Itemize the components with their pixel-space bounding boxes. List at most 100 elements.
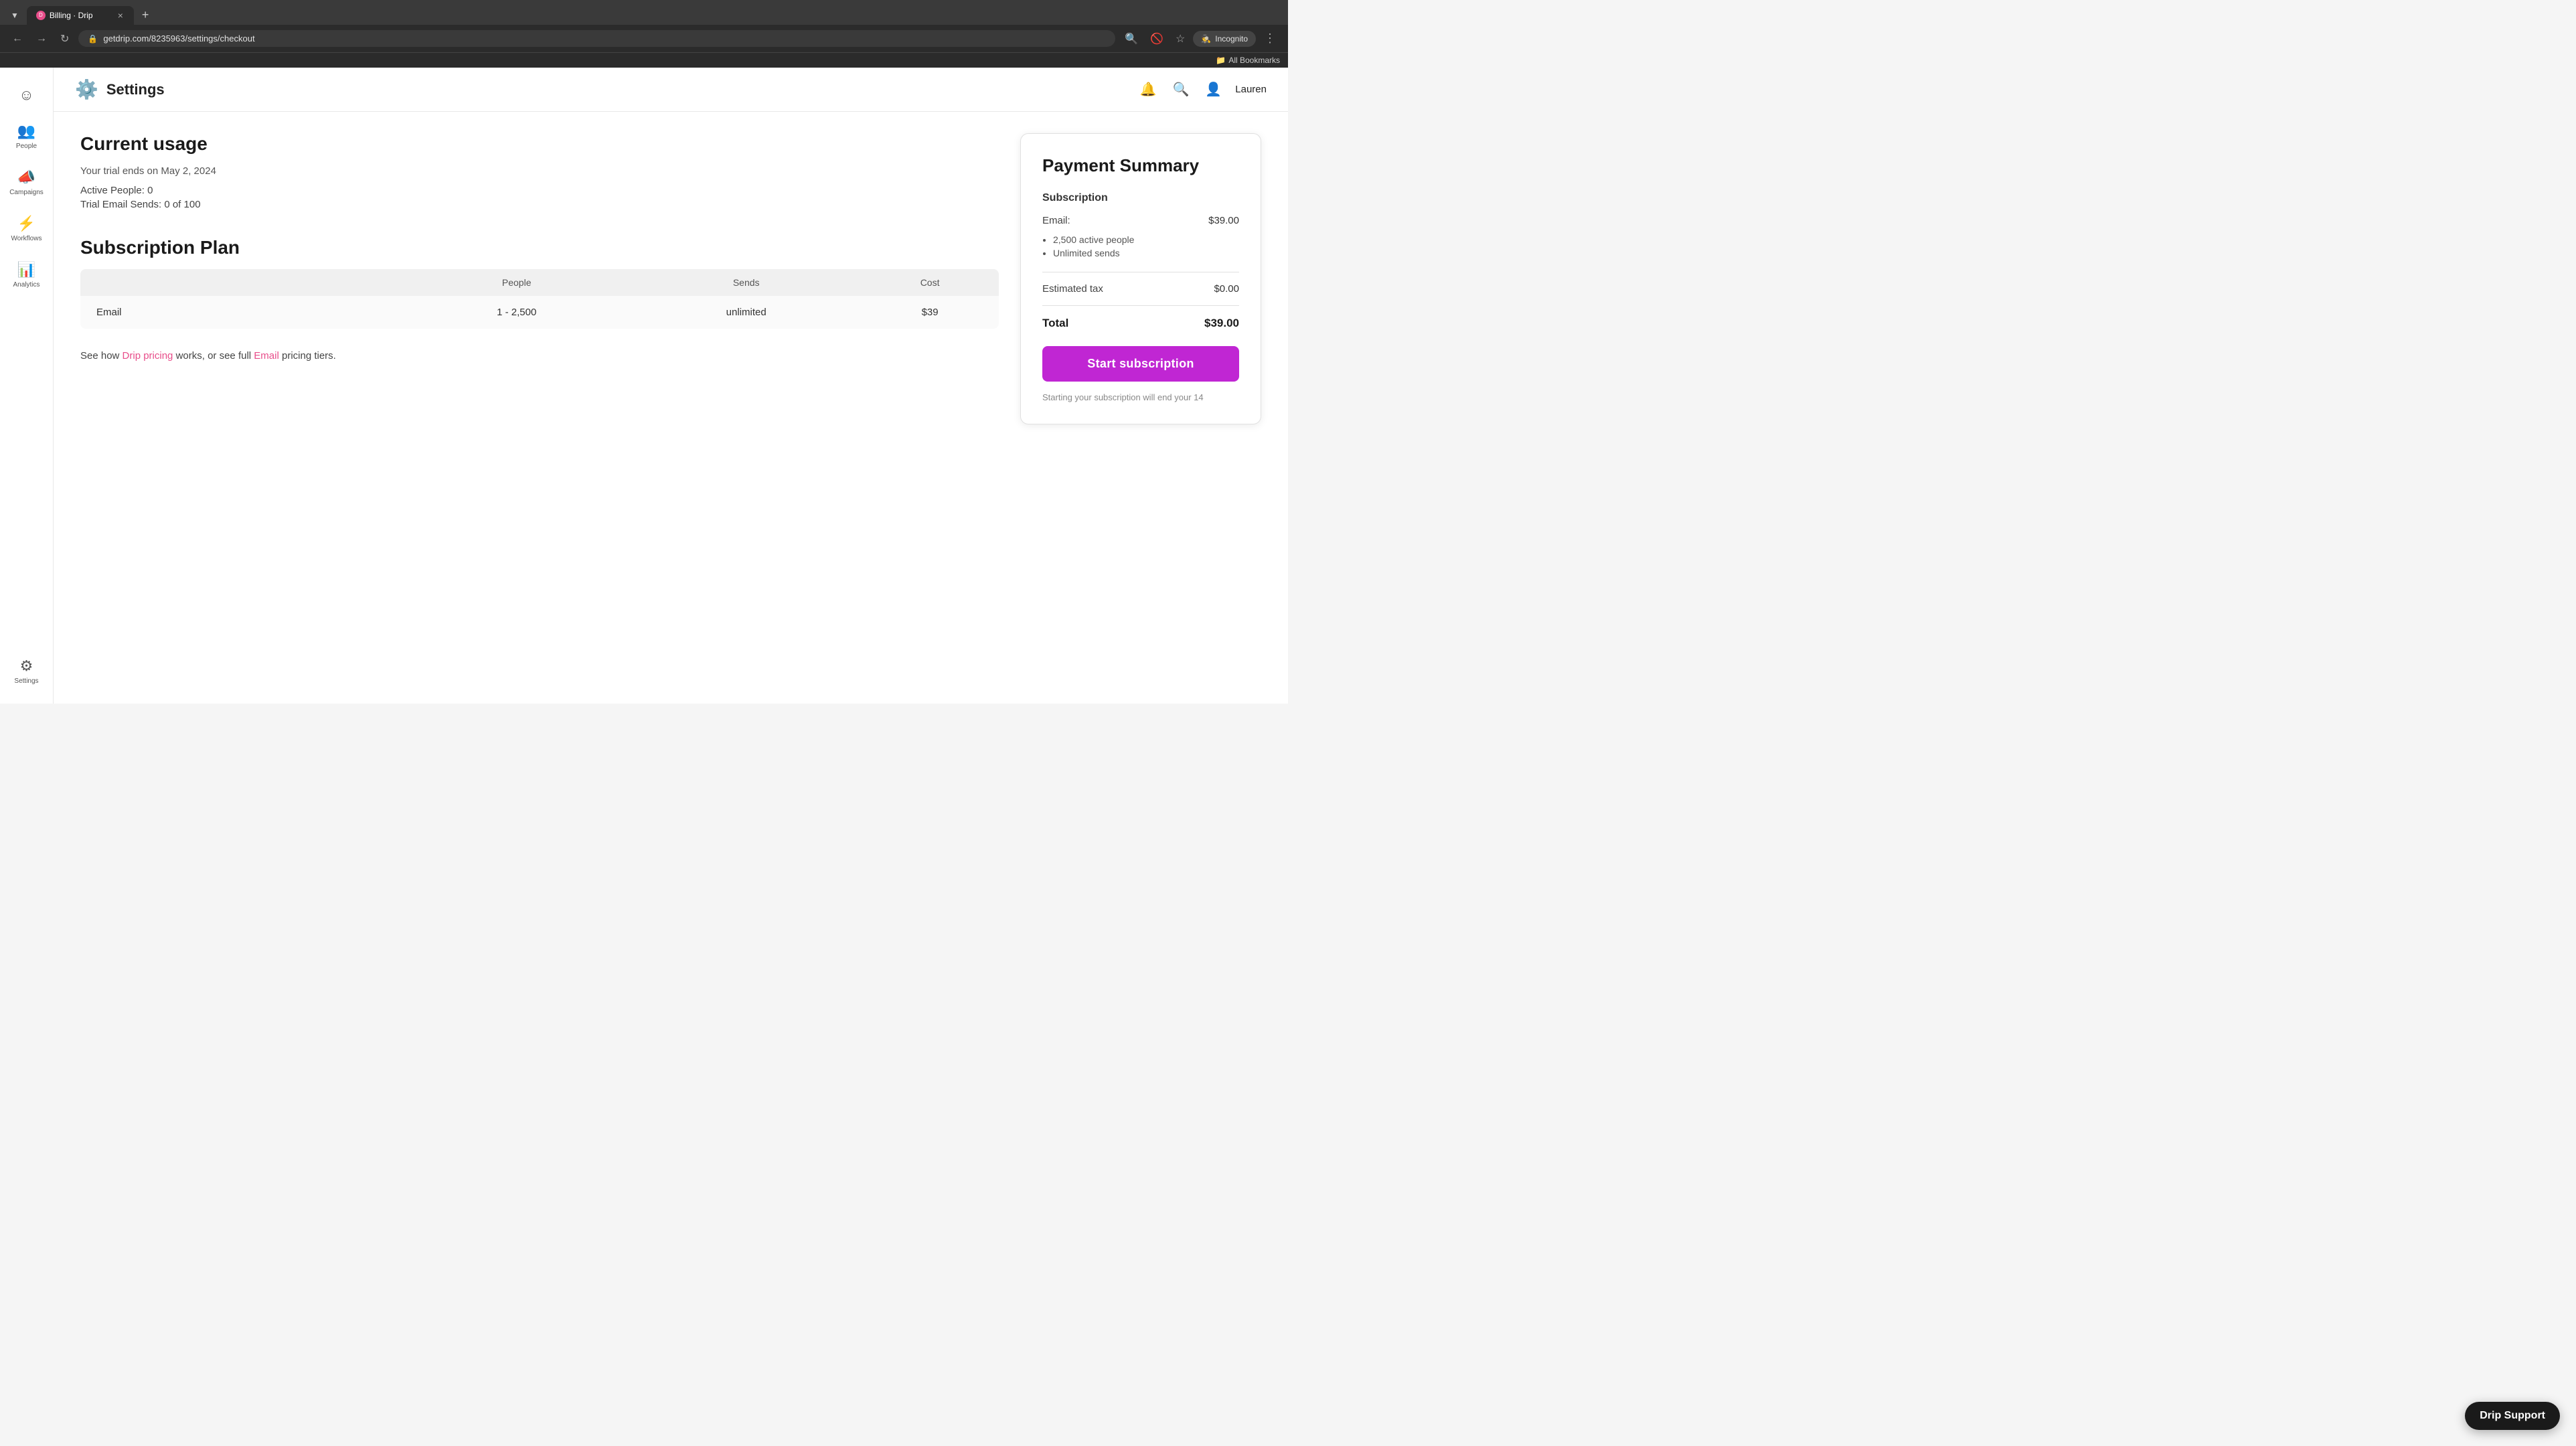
current-usage-section: Current usage Your trial ends on May 2, …: [80, 133, 999, 210]
total-label: Total: [1042, 317, 1068, 330]
settings-icon: ⚙: [20, 657, 33, 675]
eyeoff-icon-button[interactable]: 🚫: [1146, 29, 1168, 48]
pricing-note-prefix: See how: [80, 350, 123, 362]
total-row: Total $39.00: [1042, 317, 1239, 330]
main-content: ⚙️ Settings 🔔 🔍 👤 Lauren Current usage Y…: [54, 68, 1288, 704]
sidebar-item-analytics[interactable]: 📊 Analytics: [3, 253, 50, 297]
email-pricing-link[interactable]: Email: [254, 350, 279, 362]
tab-favicon: D: [36, 11, 46, 20]
bookmarks-bar: 📁 All Bookmarks: [0, 52, 1288, 68]
toolbar-icons: 🔍 🚫 ☆ 🕵 Incognito ⋮: [1121, 29, 1280, 48]
subscription-note: Starting your subscription will end your…: [1042, 392, 1239, 402]
drip-support-label: Drip Support: [2480, 1410, 2545, 1422]
sidebar-analytics-label: Analytics: [13, 281, 39, 289]
browser-tab-active[interactable]: D Billing · Drip ×: [27, 6, 134, 25]
tab-title: Billing · Drip: [50, 11, 112, 20]
email-price-value: $39.00: [1208, 215, 1239, 226]
pricing-note: See how Drip pricing works, or see full …: [80, 350, 999, 362]
notification-bell-button[interactable]: 🔔: [1137, 78, 1159, 100]
browser-toolbar: ← → ↻ 🔒 getdrip.com/8235963/settings/che…: [0, 25, 1288, 52]
people-icon: 👥: [17, 123, 35, 140]
analytics-icon: 📊: [17, 261, 35, 278]
header-settings-icon: ⚙️: [75, 78, 98, 100]
browser-menu-button[interactable]: ⋮: [1260, 29, 1280, 48]
sidebar: ☺ 👥 People 📣 Campaigns ⚡ Workflows 📊 Ana…: [0, 68, 54, 704]
payment-summary-card: Payment Summary Subscription Email: $39.…: [1020, 133, 1261, 424]
header-left: ⚙️ Settings: [75, 78, 165, 100]
content-area: Current usage Your trial ends on May 2, …: [54, 112, 1288, 446]
logo-icon: ☺: [19, 86, 33, 104]
user-name[interactable]: Lauren: [1235, 84, 1267, 95]
total-value: $39.00: [1204, 317, 1239, 330]
bookmarks-label: All Bookmarks: [1228, 56, 1280, 65]
page-title: Settings: [106, 81, 165, 98]
refresh-button[interactable]: ↻: [56, 29, 73, 48]
drip-support-button[interactable]: Drip Support: [2465, 1402, 2560, 1430]
email-price-label: Email:: [1042, 215, 1070, 226]
tab-bar: ▼ D Billing · Drip × +: [0, 0, 1288, 25]
estimated-tax-row: Estimated tax $0.00: [1042, 283, 1239, 295]
all-bookmarks-button[interactable]: 📁 All Bookmarks: [1216, 56, 1280, 65]
table-header-sends: Sends: [631, 269, 861, 296]
sidebar-workflows-label: Workflows: [11, 235, 42, 242]
sidebar-item-campaigns[interactable]: 📣 Campaigns: [3, 161, 50, 204]
content-main: Current usage Your trial ends on May 2, …: [80, 133, 999, 424]
search-icon-button[interactable]: 🔍: [1121, 29, 1142, 48]
new-tab-button[interactable]: +: [137, 5, 155, 25]
trial-sends-info: Trial Email Sends: 0 of 100: [80, 199, 999, 210]
sidebar-settings-label: Settings: [14, 677, 38, 685]
start-subscription-button[interactable]: Start subscription: [1042, 346, 1239, 382]
subscription-plan-section: Subscription Plan People Sends Cost: [80, 237, 999, 362]
lock-icon: 🔒: [88, 34, 98, 44]
feature-active-people: 2,500 active people: [1053, 234, 1239, 245]
incognito-icon: 🕵: [1201, 34, 1211, 44]
trial-notice: Your trial ends on May 2, 2024: [80, 165, 999, 177]
feature-unlimited-sends: Unlimited sends: [1053, 248, 1239, 258]
current-usage-title: Current usage: [80, 133, 999, 155]
page-header: ⚙️ Settings 🔔 🔍 👤 Lauren: [54, 68, 1288, 112]
header-right: 🔔 🔍 👤 Lauren: [1137, 78, 1267, 100]
plan-cost-cell: $39: [861, 296, 999, 329]
active-people-info: Active People: 0: [80, 185, 999, 196]
campaigns-icon: 📣: [17, 169, 35, 186]
active-people-value: 0: [147, 185, 153, 196]
address-bar[interactable]: 🔒 getdrip.com/8235963/settings/checkout: [78, 30, 1115, 47]
back-button[interactable]: ←: [8, 30, 27, 48]
plan-people-cell: 1 - 2,500: [402, 296, 631, 329]
estimated-tax-label: Estimated tax: [1042, 283, 1103, 295]
sidebar-people-label: People: [16, 143, 37, 150]
tab-group-button[interactable]: ▼: [5, 8, 24, 23]
sidebar-item-logo[interactable]: ☺: [3, 78, 50, 112]
bookmark-star-button[interactable]: ☆: [1172, 29, 1189, 48]
table-header-plan: [80, 269, 402, 296]
sidebar-item-people[interactable]: 👥 People: [3, 114, 50, 158]
bookmarks-folder-icon: 📁: [1216, 56, 1226, 65]
address-text: getdrip.com/8235963/settings/checkout: [103, 33, 1106, 44]
trial-sends-value: 0 of 100: [164, 199, 200, 210]
sidebar-item-settings[interactable]: ⚙ Settings: [3, 649, 50, 693]
payment-summary-title: Payment Summary: [1042, 155, 1239, 176]
plan-table: People Sends Cost Email 1 - 2,500 unlimi…: [80, 269, 999, 329]
browser-chrome: ▼ D Billing · Drip × + ← → ↻ 🔒 getdrip.c…: [0, 0, 1288, 68]
incognito-label: Incognito: [1215, 34, 1248, 44]
plan-name-cell: Email: [80, 296, 402, 329]
subscription-label: Subscription: [1042, 192, 1239, 204]
table-row: Email 1 - 2,500 unlimited $39: [80, 296, 999, 329]
tab-close-button[interactable]: ×: [116, 10, 125, 21]
workflows-icon: ⚡: [17, 215, 35, 232]
incognito-button[interactable]: 🕵 Incognito: [1193, 31, 1256, 47]
table-header-cost: Cost: [861, 269, 999, 296]
header-search-button[interactable]: 🔍: [1170, 78, 1192, 100]
plan-sends-cell: unlimited: [631, 296, 861, 329]
active-people-label: Active People:: [80, 185, 145, 196]
subscription-plan-title: Subscription Plan: [80, 237, 999, 258]
estimated-tax-value: $0.00: [1214, 283, 1239, 295]
payment-divider-2: [1042, 305, 1239, 306]
table-header-people: People: [402, 269, 631, 296]
sidebar-item-workflows[interactable]: ⚡ Workflows: [3, 207, 50, 250]
user-avatar-button[interactable]: 👤: [1202, 78, 1224, 100]
pricing-note-middle: works, or see full: [176, 350, 254, 362]
drip-pricing-link[interactable]: Drip pricing: [123, 350, 173, 362]
plan-features-list: 2,500 active people Unlimited sends: [1053, 234, 1239, 258]
forward-button[interactable]: →: [32, 30, 51, 48]
